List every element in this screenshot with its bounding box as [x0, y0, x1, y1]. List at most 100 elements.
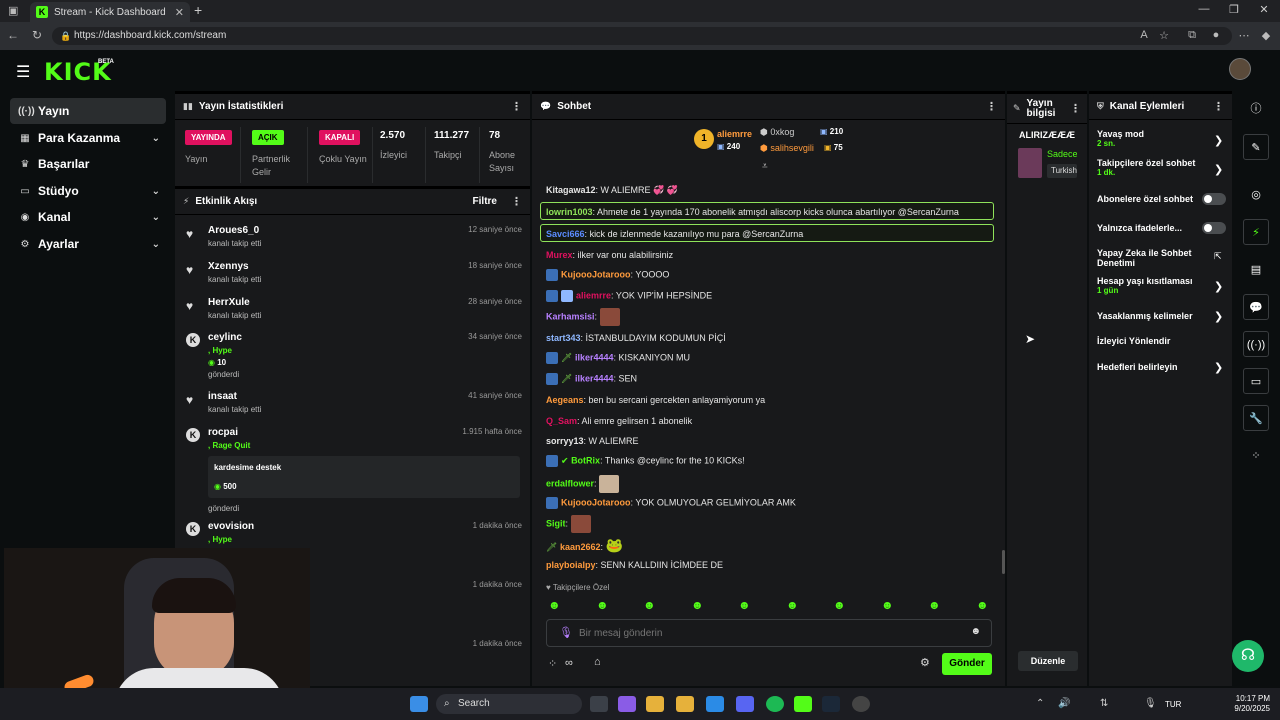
chat-username[interactable]: KujoooJotarooo — [561, 497, 631, 507]
back-icon[interactable]: ← — [6, 28, 20, 42]
edit-stream-icon[interactable]: ✎ — [1243, 134, 1269, 160]
network-icon[interactable]: ⇅ — [1100, 698, 1108, 709]
action-raid[interactable]: İzleyici Yönlendir — [1097, 336, 1170, 346]
emoji-icon[interactable]: ☻ — [970, 626, 981, 637]
chat-username[interactable]: sorryy13 — [546, 436, 584, 446]
action-goals[interactable]: Hedefleri belirleyin — [1097, 362, 1178, 372]
menu-icon[interactable]: ☰ — [16, 62, 30, 82]
action-account-age[interactable]: Hesap yaşı kısıtlaması 1 gün — [1097, 276, 1193, 295]
folder-icon[interactable] — [676, 696, 694, 712]
external-link-icon[interactable]: ⇱ — [1214, 251, 1222, 262]
chat-message[interactable]: Sigit: — [546, 515, 591, 533]
action-subscribers-only[interactable]: Abonelere özel sohbet — [1097, 194, 1193, 204]
chat-username[interactable]: start343 — [546, 333, 581, 343]
action-ai-moderation[interactable]: Yapay Zeka ile Sohbet Denetimi — [1097, 248, 1205, 268]
obs-icon[interactable] — [852, 696, 870, 712]
store-icon[interactable]: ⌂ — [594, 656, 601, 668]
chat-message[interactable]: Savci666: kick de izlenmede kazanılıyo m… — [546, 229, 803, 239]
chat-message[interactable]: KujoooJotarooo: YOK OLMUYOLAR GELMİYOLAR… — [546, 497, 796, 509]
chat-username[interactable]: Savci666 — [546, 229, 585, 239]
chat-message[interactable]: playboialpy: SENN KALLDIIN İCİMDEE DE — [546, 560, 723, 570]
close-window-button[interactable]: ✕ — [1254, 3, 1274, 16]
minimize-button[interactable]: — — [1194, 3, 1214, 15]
chat-scrollbar[interactable] — [1002, 550, 1005, 574]
subscribers-only-toggle[interactable] — [1202, 193, 1226, 205]
emotes-only-toggle[interactable] — [1202, 222, 1226, 234]
tray-chevron-icon[interactable]: ⌃ — [1036, 698, 1044, 709]
gifter-name[interactable]: aliemrre — [717, 129, 752, 139]
emote-button[interactable]: ☻ — [548, 598, 561, 612]
emote-button[interactable]: ☻ — [833, 598, 846, 612]
broadcast-icon[interactable]: ((·)) — [1243, 331, 1269, 357]
activity-item[interactable]: K ceylinc , Hype ◉ 10 gönderdi 34 saniye… — [186, 332, 522, 382]
chat-message[interactable]: Aegeans: ben bu sercani gercekten anlaya… — [546, 395, 765, 405]
spotify-icon[interactable] — [766, 696, 784, 712]
chevron-right-icon[interactable]: ❯ — [1214, 361, 1223, 374]
chat-message[interactable]: lowrin1003: Ahmete de 1 yayında 170 abon… — [546, 207, 959, 217]
maximize-button[interactable]: ❐ — [1224, 3, 1244, 16]
activity-item[interactable]: K rocpai , Rage Quit kardesime destek ◉ … — [186, 427, 522, 517]
activity-icon[interactable]: ⚡ — [1243, 219, 1269, 245]
emote-button[interactable]: ☻ — [643, 598, 656, 612]
chat-input-box[interactable]: 🎙 ☻ — [546, 619, 992, 647]
edge-browser-icon[interactable] — [706, 696, 724, 712]
new-tab-button[interactable]: + — [194, 2, 202, 18]
poll-icon[interactable]: ⁘ — [548, 657, 557, 670]
chat-message[interactable]: 🗡 ilker4444: SEN — [546, 373, 637, 385]
chat-message[interactable]: Murex: ilker var onu alabilirsiniz — [546, 250, 673, 260]
chat-message[interactable]: Kitagawa12: W ALIEMRE 💞 💞 — [546, 185, 678, 196]
wrench-icon[interactable]: 🔧 — [1243, 405, 1269, 431]
collections-icon[interactable]: ⧉ — [1184, 29, 1200, 42]
action-slow-mode[interactable]: Yavaş mod 2 sn. — [1097, 129, 1144, 148]
info-icon[interactable]: ⓘ — [1243, 96, 1269, 122]
chat-username[interactable]: BotRix — [571, 455, 600, 465]
more-icon[interactable]: ⋯ — [1236, 29, 1252, 42]
chat-username[interactable]: KujoooJotarooo — [561, 269, 631, 279]
read-aloud-icon[interactable]: A — [1136, 29, 1152, 41]
chat-username[interactable]: lowrin1003 — [546, 207, 593, 217]
sidebar-item-para-kazanma[interactable]: ▦ Para Kazanma ⌄ — [10, 125, 166, 151]
chat-username[interactable]: Aegeans — [546, 395, 584, 405]
chat-username[interactable]: Q_Sam — [546, 416, 577, 426]
more-options-icon[interactable]: ⋮ — [1070, 102, 1081, 115]
chat-input[interactable] — [579, 624, 959, 642]
chat-username[interactable]: Sigit — [546, 518, 566, 528]
windows-start-icon[interactable] — [410, 696, 428, 712]
expand-icon[interactable]: ⩡ — [762, 161, 768, 172]
kick-app-icon[interactable] — [794, 696, 812, 712]
reload-icon[interactable]: ↻ — [30, 28, 44, 42]
document-icon[interactable]: ▤ — [1243, 257, 1269, 283]
player-icon[interactable]: ▭ — [1243, 368, 1269, 394]
chat-message[interactable]: 🗡 ilker4444: KISKANIYON MU — [546, 352, 690, 364]
sidebar-item-basarilar[interactable]: ♛ Başarılar — [10, 151, 166, 177]
chat-username[interactable]: ilker4444 — [575, 373, 614, 383]
chat-username[interactable]: ilker4444 — [575, 352, 614, 362]
avatar[interactable] — [1229, 58, 1251, 80]
apps-icon[interactable]: ⁘ — [1243, 443, 1269, 469]
camera-icon[interactable]: ◎ — [1243, 182, 1269, 208]
gear-icon[interactable]: ⚙ — [920, 656, 930, 669]
sidebar-item-ayarlar[interactable]: ⚙ Ayarlar ⌄ — [10, 231, 166, 257]
send-button[interactable]: Gönder — [942, 653, 992, 675]
microphone-icon[interactable]: 🎙 — [559, 626, 573, 639]
steam-icon[interactable] — [822, 696, 840, 712]
activity-item[interactable]: ♥ HerrXule kanalı takip etti 28 saniye ö… — [186, 297, 522, 325]
microphone-tray-icon[interactable]: 🎙 — [1144, 698, 1157, 709]
chat-message[interactable]: start343: İSTANBULDAYIM KODUMUN PİÇİ — [546, 333, 726, 343]
chevron-right-icon[interactable]: ❯ — [1214, 163, 1223, 176]
activity-item[interactable]: ♥ insaat kanalı takip etti 41 saniye önc… — [186, 391, 522, 419]
chat-message[interactable]: KujoooJotarooo: YOOOO — [546, 269, 669, 281]
chat-message[interactable]: aliemrre: YOK VIP'İM HEPSİNDE — [546, 290, 712, 302]
activity-item[interactable]: ♥ Aroues6_0 kanalı takip etti 12 saniye … — [186, 225, 522, 253]
chat-username[interactable]: playboialpy — [546, 560, 596, 570]
chat-message[interactable]: 🗡 kaan2662: 🐸 — [546, 537, 623, 554]
activity-item[interactable]: K evovision , Hype 1 dakika önce — [186, 521, 522, 549]
chat-username[interactable]: kaan2662 — [560, 542, 601, 552]
sidebar-item-studyo[interactable]: ▭ Stüdyo ⌄ — [10, 178, 166, 204]
more-options-icon[interactable]: ⋮ — [986, 100, 997, 113]
favorite-star-icon[interactable]: ☆ — [1156, 29, 1172, 42]
chevron-right-icon[interactable]: ❯ — [1214, 280, 1223, 293]
chat-message[interactable]: sorryy13: W ALIEMRE — [546, 436, 639, 446]
speaker-icon[interactable]: 🔊 — [1058, 698, 1070, 709]
chevron-right-icon[interactable]: ❯ — [1214, 134, 1223, 147]
